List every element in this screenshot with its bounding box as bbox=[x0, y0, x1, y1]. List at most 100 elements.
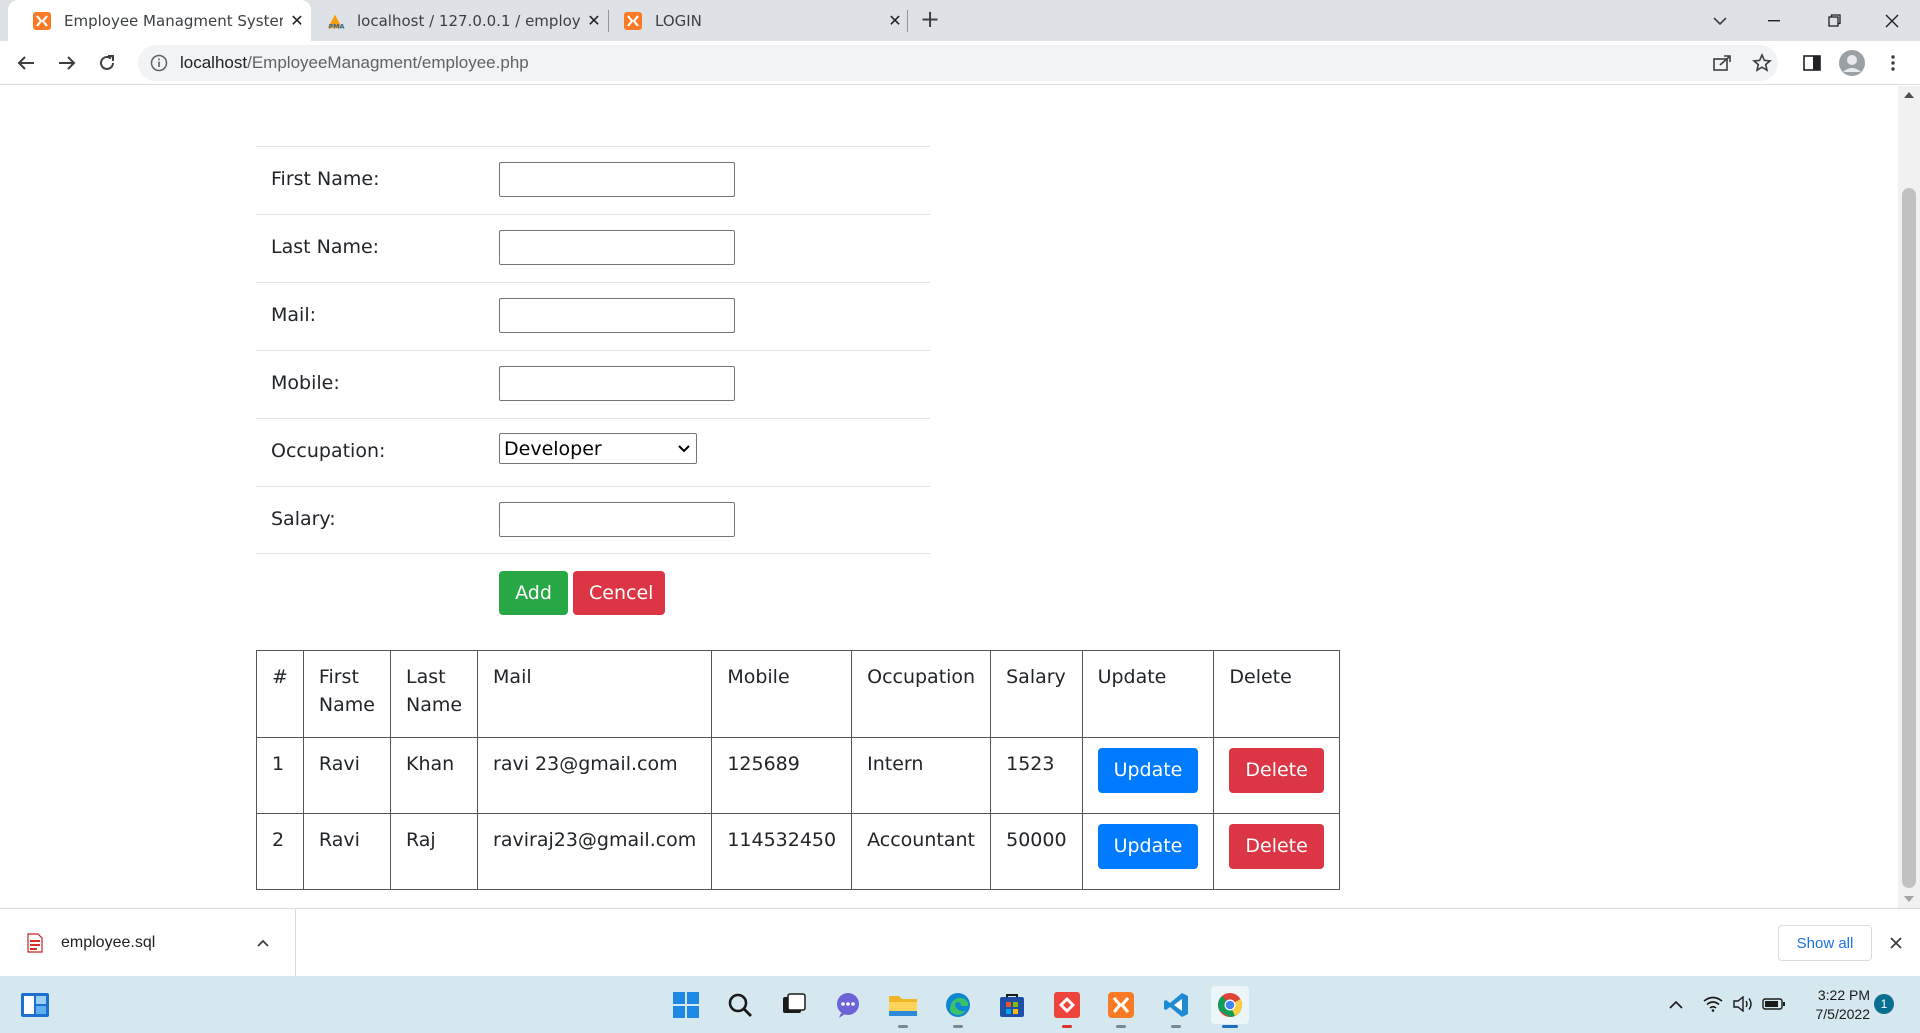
cell-delete: Delete bbox=[1213, 813, 1340, 890]
running-indicator bbox=[1171, 1025, 1181, 1028]
cell-id: 2 bbox=[256, 813, 304, 890]
chrome-icon[interactable] bbox=[1211, 986, 1249, 1024]
form-row-mobile: Mobile: bbox=[256, 350, 930, 418]
back-arrow-icon[interactable] bbox=[10, 47, 42, 79]
file-explorer-icon[interactable] bbox=[884, 986, 922, 1024]
show-all-button[interactable]: Show all bbox=[1778, 925, 1872, 961]
page-scrollbar[interactable] bbox=[1898, 86, 1920, 908]
cell-occupation: Accountant bbox=[851, 813, 992, 890]
employee-table: # First Name Last Name Mail Mobile Occup… bbox=[256, 650, 1340, 890]
notification-badge[interactable]: 1 bbox=[1874, 994, 1894, 1014]
mobile-input[interactable] bbox=[499, 366, 735, 401]
restore-icon[interactable] bbox=[1806, 0, 1862, 41]
form-row-first-name: First Name: bbox=[256, 146, 930, 214]
scrollbar-thumb[interactable] bbox=[1902, 188, 1916, 888]
profile-avatar[interactable] bbox=[1836, 47, 1868, 79]
close-icon[interactable] bbox=[1882, 929, 1910, 957]
last-name-label: Last Name: bbox=[271, 236, 380, 258]
system-clock[interactable]: 3:22 PM 7/5/2022 bbox=[1790, 986, 1871, 1024]
url-path: /EmployeeManagment/employee.php bbox=[247, 53, 529, 72]
search-icon[interactable] bbox=[721, 986, 759, 1024]
windows-start-icon[interactable] bbox=[667, 986, 705, 1024]
update-button[interactable]: Update bbox=[1097, 748, 1199, 793]
share-icon[interactable] bbox=[1706, 47, 1738, 79]
cell-salary: 1523 bbox=[990, 737, 1083, 814]
vscode-icon[interactable] bbox=[1157, 986, 1195, 1024]
cell-id: 1 bbox=[256, 737, 304, 814]
scroll-up-arrow-icon[interactable] bbox=[1904, 92, 1914, 98]
chrome-menu-icon[interactable] bbox=[1877, 47, 1909, 79]
running-indicator bbox=[1222, 1025, 1238, 1028]
volume-icon[interactable] bbox=[1732, 994, 1754, 1014]
anydesk-icon[interactable] bbox=[1048, 986, 1086, 1024]
cell-occupation: Intern bbox=[851, 737, 992, 814]
cancel-button[interactable]: Cencel bbox=[573, 571, 665, 615]
side-panel-icon[interactable] bbox=[1796, 47, 1828, 79]
tab-close-icon[interactable]: ✕ bbox=[283, 11, 311, 30]
add-button[interactable]: Add bbox=[499, 571, 568, 615]
cell-first-name: Ravi bbox=[302, 813, 391, 890]
new-tab-button[interactable]: + bbox=[915, 5, 945, 35]
download-file-name: employee.sql bbox=[61, 934, 156, 951]
minimize-icon[interactable] bbox=[1746, 0, 1802, 41]
close-window-icon[interactable] bbox=[1864, 0, 1920, 41]
form-row-salary: Salary: bbox=[256, 486, 930, 554]
mail-label: Mail: bbox=[271, 304, 316, 326]
column-header-first-name: First Name bbox=[302, 650, 391, 738]
chat-icon[interactable] bbox=[829, 986, 867, 1024]
running-indicator bbox=[1116, 1025, 1126, 1028]
cell-delete: Delete bbox=[1213, 737, 1340, 814]
column-header-salary: Salary bbox=[990, 650, 1083, 738]
tab-phpmyadmin[interactable]: PMA localhost / 127.0.0.1 / employee ✕ bbox=[311, 0, 608, 41]
edge-browser-icon[interactable] bbox=[939, 986, 977, 1024]
cell-first-name: Ravi bbox=[302, 737, 391, 814]
tab-title: Employee Managment System bbox=[64, 11, 283, 30]
chevron-up-icon[interactable] bbox=[253, 935, 273, 951]
running-indicator bbox=[1062, 1025, 1072, 1028]
browser-toolbar: localhost/EmployeeManagment/employee.php bbox=[0, 41, 1920, 85]
first-name-input[interactable] bbox=[499, 162, 735, 197]
cell-mail: raviraj23@gmail.com bbox=[477, 813, 713, 890]
tab-employee-managment[interactable]: Employee Managment System ✕ bbox=[8, 0, 311, 41]
cell-update: Update bbox=[1081, 813, 1215, 890]
windows-taskbar: 3:22 PM 7/5/2022 1 bbox=[0, 976, 1920, 1033]
battery-icon[interactable] bbox=[1762, 994, 1786, 1014]
tab-search-chevron-icon[interactable] bbox=[1692, 0, 1748, 41]
running-indicator bbox=[953, 1025, 963, 1028]
site-info-icon[interactable] bbox=[150, 54, 168, 72]
widgets-icon[interactable] bbox=[16, 986, 54, 1024]
xampp-favicon-icon bbox=[623, 11, 643, 31]
occupation-select[interactable]: Developer bbox=[499, 433, 697, 464]
tray-overflow-chevron-icon[interactable] bbox=[1666, 994, 1686, 1014]
wifi-icon[interactable] bbox=[1702, 994, 1724, 1014]
microsoft-store-icon[interactable] bbox=[993, 986, 1031, 1024]
tab-title: LOGIN bbox=[655, 11, 702, 30]
column-header-last-name: Last Name bbox=[389, 650, 479, 738]
tab-close-icon[interactable]: ✕ bbox=[881, 11, 909, 30]
clock-date: 7/5/2022 bbox=[1815, 1006, 1871, 1022]
xampp-icon[interactable] bbox=[1102, 986, 1140, 1024]
task-view-icon[interactable] bbox=[775, 986, 813, 1024]
download-bar: employee.sql Show all bbox=[0, 908, 1920, 977]
file-icon bbox=[27, 933, 43, 953]
last-name-input[interactable] bbox=[499, 230, 735, 265]
reload-icon[interactable] bbox=[91, 47, 123, 79]
tab-login[interactable]: LOGIN ✕ bbox=[609, 0, 909, 41]
download-item[interactable]: employee.sql bbox=[0, 909, 296, 977]
scroll-down-arrow-icon[interactable] bbox=[1904, 896, 1914, 902]
address-bar[interactable]: localhost/EmployeeManagment/employee.php bbox=[138, 45, 1778, 81]
cell-update: Update bbox=[1081, 737, 1215, 814]
salary-input[interactable] bbox=[499, 502, 735, 537]
delete-button[interactable]: Delete bbox=[1229, 824, 1324, 869]
forward-arrow-icon[interactable] bbox=[51, 47, 83, 79]
column-header-occupation: Occupation bbox=[851, 650, 992, 738]
mail-input[interactable] bbox=[499, 298, 735, 333]
employee-form: First Name: Last Name: Mail: Mobile: Occ… bbox=[256, 146, 930, 554]
bookmark-star-icon[interactable] bbox=[1746, 47, 1778, 79]
delete-button[interactable]: Delete bbox=[1229, 748, 1324, 793]
tab-close-icon[interactable]: ✕ bbox=[580, 11, 608, 30]
update-button[interactable]: Update bbox=[1097, 824, 1199, 869]
occupation-label: Occupation: bbox=[271, 440, 386, 462]
column-header-mobile: Mobile bbox=[711, 650, 853, 738]
clock-time: 3:22 PM bbox=[1817, 987, 1870, 1003]
